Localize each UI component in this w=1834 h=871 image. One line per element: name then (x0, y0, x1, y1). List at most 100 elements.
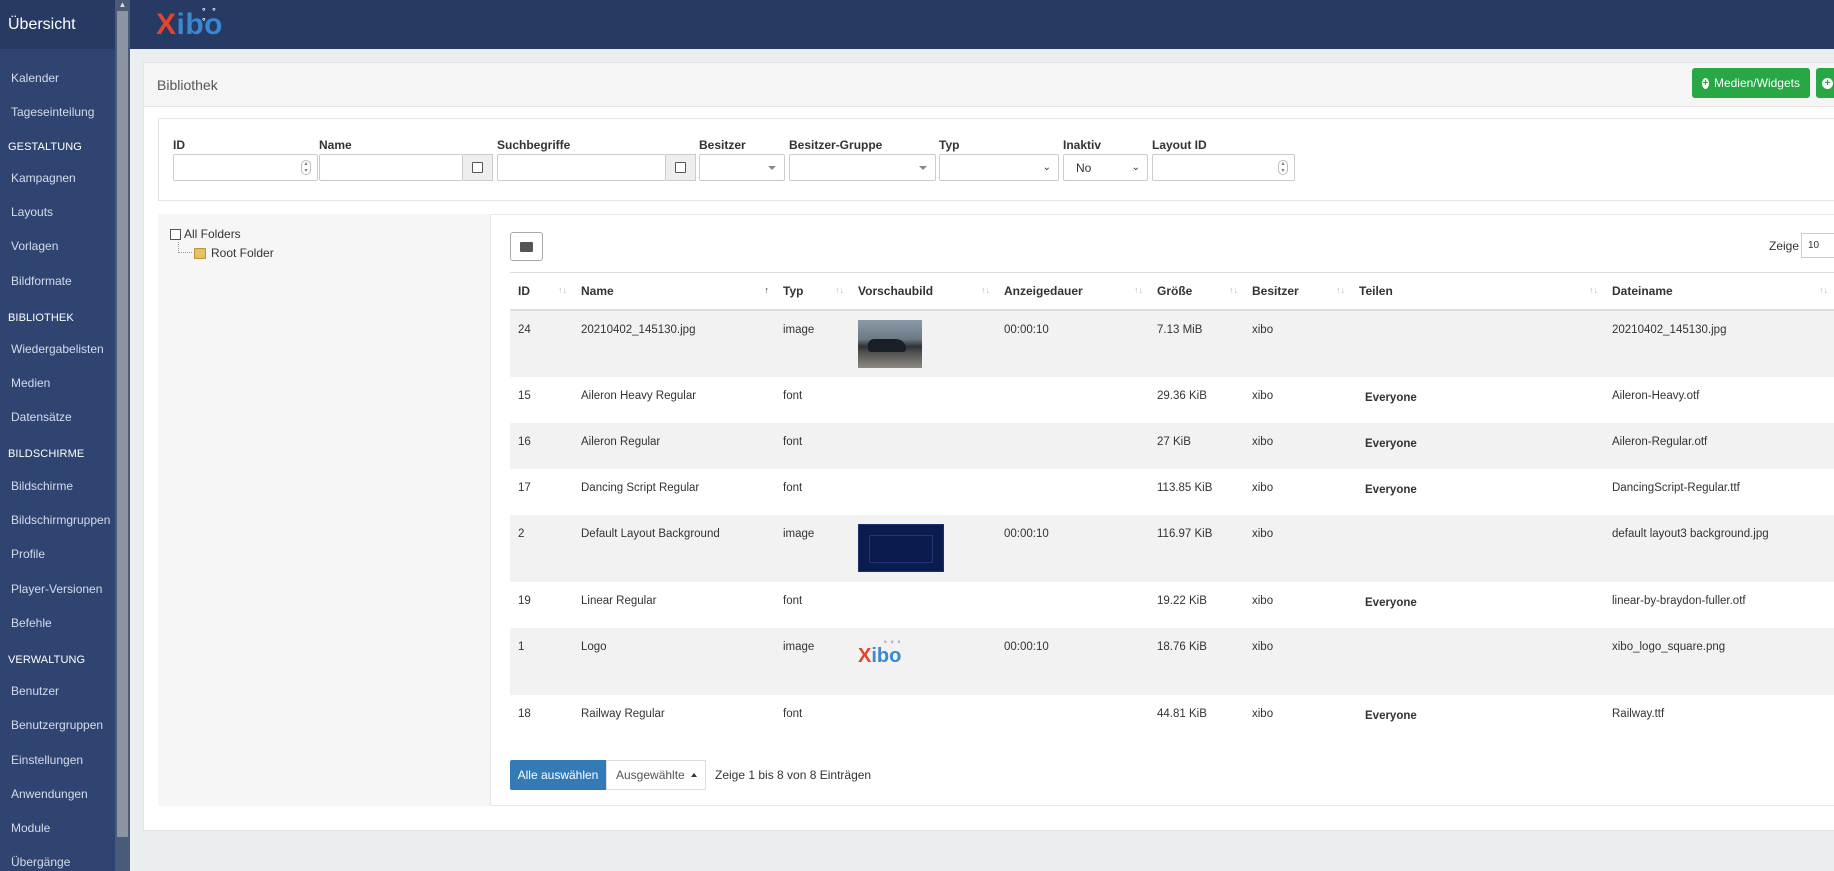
sidebar-item-kalender[interactable]: Kalender (11, 71, 59, 85)
cell-duration (996, 582, 1149, 628)
table-row[interactable]: 17 Dancing Script Regular font 113.85 KiB xi… (510, 469, 1834, 515)
spinner-icon[interactable]: ▴ ▾ (301, 160, 311, 175)
folder-toggle-button[interactable] (510, 232, 543, 261)
cell-size: 44.81 KiB (1157, 707, 1207, 720)
pagination-info: Zeige 1 bis 8 von 8 Einträgen (715, 768, 872, 782)
page-size-select[interactable]: 10 (1801, 233, 1834, 258)
sidebar-item-vorlagen[interactable]: Vorlagen (11, 239, 58, 253)
name-filter-label: Name (319, 138, 352, 152)
thumbnail-image[interactable] (858, 523, 944, 572)
col-size[interactable]: Größe ↑↓ (1149, 272, 1244, 311)
table-row[interactable]: 18 Railway Regular font 44.81 KiB xibo Everyo… (510, 695, 1834, 741)
checkbox-icon[interactable] (170, 228, 181, 240)
cell-duration: 00:00:10 (996, 627, 1149, 695)
table-row[interactable]: 16 Aileron Regular font 27 KiB xibo Everyone A… (510, 422, 1834, 469)
thumbnail-cell (850, 422, 996, 469)
sidebar-item-übergänge[interactable]: Übergänge (11, 855, 70, 869)
select-all-button[interactable]: Alle auswählen (510, 760, 606, 790)
spinner-icon[interactable]: ▴ ▾ (1278, 160, 1288, 175)
root-folder-item[interactable]: Root Folder (194, 246, 274, 260)
thumbnail-image[interactable]: Xibo ° ° ° (858, 641, 910, 677)
owner-group-filter-label: Besitzer-Gruppe (789, 138, 883, 152)
col-share[interactable]: Teilen ↑↓ (1351, 272, 1604, 311)
cell-file: 20210402_145130.jpg (1604, 309, 1834, 377)
name-filter-input[interactable] (319, 154, 463, 181)
plus-circle-icon: + (1822, 77, 1833, 89)
xibo-logo[interactable]: Xibo ° ° ° (156, 6, 223, 42)
id-filter-label: ID (173, 138, 185, 152)
sidebar-item-module[interactable]: Module (11, 821, 50, 835)
car-shape (868, 338, 906, 352)
thumbnail-cell (850, 469, 996, 515)
cell-duration (996, 469, 1149, 515)
sidebar-item-befehle[interactable]: Befehle (11, 616, 52, 630)
sidebar-item-player-versionen[interactable]: Player-Versionen (11, 582, 102, 596)
cell-file: Aileron-Heavy.otf (1612, 389, 1700, 402)
table-row[interactable]: 19 Linear Regular font 19.22 KiB xibo Everyon… (510, 582, 1834, 628)
table-row[interactable]: 1 Logo image Xibo ° ° ° 00:00:10 18.76 KiB xibo… (510, 627, 1834, 695)
scroll-up-icon[interactable]: ▲ (117, 0, 128, 10)
sidebar-item-bildschirmgruppen[interactable]: Bildschirmgruppen (11, 513, 110, 527)
add-media-button[interactable]: + Medien/Widgets (1692, 68, 1810, 98)
type-filter-select[interactable]: ⌄ (939, 154, 1059, 181)
table-row[interactable]: 24 20210402_145130.jpg image 00:00:10 7.13 M… (510, 309, 1834, 377)
sidebar-item-kampagnen[interactable]: Kampagnen (11, 171, 76, 185)
cell-size: 7.13 MiB (1149, 309, 1244, 377)
col-type[interactable]: Typ ↑↓ (775, 272, 850, 311)
sidebar-section-gestaltung: GESTALTUNG (8, 141, 82, 153)
sidebar-item-datensätze[interactable]: Datensätze (11, 410, 72, 424)
sidebar-item-medien[interactable]: Medien (11, 376, 50, 390)
sort-icon: ↑↓ (558, 285, 567, 295)
col-thumbnail[interactable]: Vorschaubild ↑↓ (850, 272, 996, 311)
sidebar-item-bildformate[interactable]: Bildformate (11, 274, 72, 288)
panel-header: Bibliothek (144, 63, 1834, 107)
dashboard-link[interactable]: Übersicht (0, 0, 115, 49)
sidebar-scrollbar-thumb[interactable] (117, 11, 128, 837)
sidebar-item-tageseinteilung[interactable]: Tageseinteilung (11, 105, 94, 119)
cell-duration (996, 422, 1149, 469)
chevron-down-icon: ⌄ (1131, 162, 1140, 173)
table-row[interactable]: 2 Default Layout Background image 00:00:10 1… (510, 514, 1834, 582)
cell-type: image (775, 514, 850, 582)
sidebar-item-benutzer[interactable]: Benutzer (11, 684, 59, 698)
col-filename[interactable]: Dateiname ↑↓ (1604, 272, 1834, 311)
sidebar-item-benutzergruppen[interactable]: Benutzergruppen (11, 718, 103, 732)
sidebar-item-profile[interactable]: Profile (11, 547, 45, 561)
table-row[interactable]: 15 Aileron Heavy Regular font 29.36 KiB xibo… (510, 377, 1834, 423)
col-id[interactable]: ID ↑↓ (510, 272, 573, 311)
col-name[interactable]: Name ↑ (573, 272, 775, 311)
selected-actions-dropdown[interactable]: Ausgewählte (606, 760, 706, 790)
keywords-logic-toggle[interactable] (666, 154, 696, 181)
cell-id: 1 (510, 627, 573, 695)
table-header-row: ID ↑↓ Name ↑ Typ ↑↓ Vorschaubild ↑↓ Anzeiged… (510, 272, 1834, 311)
cell-type: font (783, 594, 803, 607)
cell-file: DancingScript-Regular.ttf (1612, 481, 1740, 494)
all-folders-item[interactable]: All Folders (170, 227, 241, 241)
sidebar-item-bildschirme[interactable]: Bildschirme (11, 479, 73, 493)
owner-filter-select[interactable] (699, 154, 785, 181)
sidebar-item-einstellungen[interactable]: Einstellungen (11, 753, 83, 767)
name-regex-toggle[interactable] (463, 154, 493, 181)
cell-id: 24 (510, 309, 573, 377)
thumbnail-image[interactable] (858, 319, 922, 368)
sidebar-item-wiedergabelisten[interactable]: Wiedergabelisten (11, 342, 104, 356)
layout-id-filter-input[interactable]: ▴ ▾ (1152, 154, 1295, 181)
cell-owner: xibo (1244, 422, 1351, 469)
tree-connector (178, 242, 192, 253)
retired-filter-label: Inaktiv (1063, 138, 1102, 152)
retired-filter-select[interactable]: No ⌄ (1063, 154, 1148, 181)
sidebar-item-layouts[interactable]: Layouts (11, 205, 53, 219)
thumbnail-cell (850, 377, 996, 423)
sort-icon: ↑↓ (835, 285, 844, 295)
keywords-filter-input[interactable] (497, 154, 666, 181)
owner-group-filter-select[interactable] (789, 154, 936, 181)
sort-icon: ↑↓ (1819, 285, 1828, 295)
add-layout-button[interactable]: + (1816, 68, 1834, 98)
id-filter-input[interactable]: ▴ ▾ (173, 154, 318, 181)
cell-owner: xibo (1244, 309, 1351, 377)
cell-id: 15 (518, 389, 531, 402)
col-owner[interactable]: Besitzer ↑↓ (1244, 272, 1351, 311)
sidebar-item-anwendungen[interactable]: Anwendungen (11, 787, 88, 801)
col-duration[interactable]: Anzeigedauer ↑↓ (996, 272, 1149, 311)
caret-up-icon (690, 773, 697, 777)
